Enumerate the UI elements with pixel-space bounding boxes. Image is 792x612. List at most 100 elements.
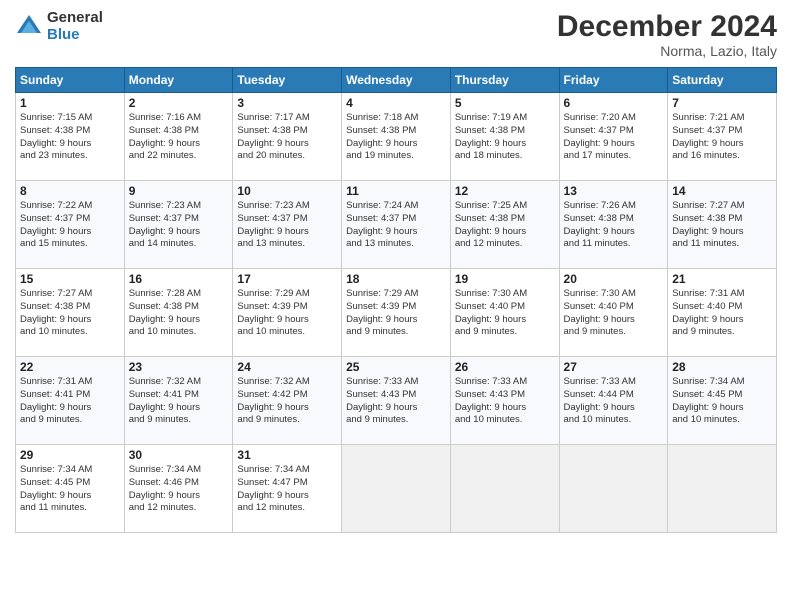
day-info: Sunrise: 7:31 AM Sunset: 4:40 PM Dayligh… bbox=[672, 288, 744, 337]
table-row: 11 Sunrise: 7:24 AM Sunset: 4:37 PM Dayli… bbox=[342, 181, 451, 269]
col-tuesday: Tuesday bbox=[233, 68, 342, 93]
day-info: Sunrise: 7:15 AM Sunset: 4:38 PM Dayligh… bbox=[20, 112, 92, 161]
col-monday: Monday bbox=[124, 68, 233, 93]
logo-icon bbox=[15, 13, 43, 41]
day-number: 14 bbox=[672, 184, 772, 198]
table-row: 15 Sunrise: 7:27 AM Sunset: 4:38 PM Dayli… bbox=[16, 269, 125, 357]
day-info: Sunrise: 7:26 AM Sunset: 4:38 PM Dayligh… bbox=[564, 200, 636, 249]
day-number: 4 bbox=[346, 96, 446, 110]
day-info: Sunrise: 7:28 AM Sunset: 4:38 PM Dayligh… bbox=[129, 288, 201, 337]
calendar-header-row: Sunday Monday Tuesday Wednesday Thursday… bbox=[16, 68, 777, 93]
table-row bbox=[450, 445, 559, 533]
calendar-row: 15 Sunrise: 7:27 AM Sunset: 4:38 PM Dayli… bbox=[16, 269, 777, 357]
table-row bbox=[559, 445, 668, 533]
day-info: Sunrise: 7:27 AM Sunset: 4:38 PM Dayligh… bbox=[672, 200, 744, 249]
table-row: 22Sunrise: 7:31 AM Sunset: 4:41 PM Dayli… bbox=[16, 357, 125, 445]
calendar-row: 8 Sunrise: 7:22 AM Sunset: 4:37 PM Daylig… bbox=[16, 181, 777, 269]
day-number: 16 bbox=[129, 272, 229, 286]
logo-general: General bbox=[47, 10, 103, 27]
page: General Blue December 2024 Norma, Lazio,… bbox=[0, 0, 792, 612]
table-row: 5Sunrise: 7:19 AM Sunset: 4:38 PM Daylig… bbox=[450, 93, 559, 181]
day-number: 11 bbox=[346, 184, 446, 198]
day-info: Sunrise: 7:29 AM Sunset: 4:39 PM Dayligh… bbox=[346, 288, 418, 337]
day-info: Sunrise: 7:34 AM Sunset: 4:45 PM Dayligh… bbox=[672, 376, 744, 425]
day-number: 7 bbox=[672, 96, 772, 110]
day-number: 17 bbox=[237, 272, 337, 286]
day-number: 6 bbox=[564, 96, 664, 110]
col-saturday: Saturday bbox=[668, 68, 777, 93]
location-title: Norma, Lazio, Italy bbox=[557, 43, 777, 59]
table-row: 19Sunrise: 7:30 AM Sunset: 4:40 PM Dayli… bbox=[450, 269, 559, 357]
day-number: 9 bbox=[129, 184, 229, 198]
calendar-row: 1 Sunrise: 7:15 AM Sunset: 4:38 PM Daylig… bbox=[16, 93, 777, 181]
day-info: Sunrise: 7:34 AM Sunset: 4:45 PM Dayligh… bbox=[20, 464, 92, 513]
logo: General Blue bbox=[15, 10, 103, 43]
table-row: 3 Sunrise: 7:17 AM Sunset: 4:38 PM Daylig… bbox=[233, 93, 342, 181]
day-info: Sunrise: 7:33 AM Sunset: 4:43 PM Dayligh… bbox=[346, 376, 418, 425]
title-area: December 2024 Norma, Lazio, Italy bbox=[557, 10, 777, 59]
day-number: 30 bbox=[129, 448, 229, 462]
day-number: 24 bbox=[237, 360, 337, 374]
day-info: Sunrise: 7:20 AM Sunset: 4:37 PM Dayligh… bbox=[564, 112, 636, 161]
table-row: 24Sunrise: 7:32 AM Sunset: 4:42 PM Dayli… bbox=[233, 357, 342, 445]
calendar: Sunday Monday Tuesday Wednesday Thursday… bbox=[15, 67, 777, 533]
day-info: Sunrise: 7:27 AM Sunset: 4:38 PM Dayligh… bbox=[20, 288, 92, 337]
day-number: 27 bbox=[564, 360, 664, 374]
day-number: 15 bbox=[20, 272, 120, 286]
day-info: Sunrise: 7:17 AM Sunset: 4:38 PM Dayligh… bbox=[237, 112, 309, 161]
header: General Blue December 2024 Norma, Lazio,… bbox=[15, 10, 777, 59]
table-row: 23 Sunrise: 7:32 AM Sunset: 4:41 PM Dayli… bbox=[124, 357, 233, 445]
table-row: 17 Sunrise: 7:29 AM Sunset: 4:39 PM Dayli… bbox=[233, 269, 342, 357]
day-info: Sunrise: 7:18 AM Sunset: 4:38 PM Dayligh… bbox=[346, 112, 418, 161]
table-row: 4 Sunrise: 7:18 AM Sunset: 4:38 PM Daylig… bbox=[342, 93, 451, 181]
day-number: 28 bbox=[672, 360, 772, 374]
day-number: 29 bbox=[20, 448, 120, 462]
day-number: 12 bbox=[455, 184, 555, 198]
day-info: Sunrise: 7:21 AM Sunset: 4:37 PM Dayligh… bbox=[672, 112, 744, 161]
table-row: 27 Sunrise: 7:33 AM Sunset: 4:44 PM Dayli… bbox=[559, 357, 668, 445]
month-title: December 2024 bbox=[557, 10, 777, 43]
table-row: 28 Sunrise: 7:34 AM Sunset: 4:45 PM Dayli… bbox=[668, 357, 777, 445]
table-row: 16 Sunrise: 7:28 AM Sunset: 4:38 PM Dayli… bbox=[124, 269, 233, 357]
day-number: 2 bbox=[129, 96, 229, 110]
table-row: 12 Sunrise: 7:25 AM Sunset: 4:38 PM Dayli… bbox=[450, 181, 559, 269]
day-info: Sunrise: 7:23 AM Sunset: 4:37 PM Dayligh… bbox=[129, 200, 201, 249]
day-info: Sunrise: 7:23 AM Sunset: 4:37 PM Dayligh… bbox=[237, 200, 309, 249]
day-number: 31 bbox=[237, 448, 337, 462]
day-number: 5 bbox=[455, 96, 555, 110]
table-row: 7 Sunrise: 7:21 AM Sunset: 4:37 PM Daylig… bbox=[668, 93, 777, 181]
day-info: Sunrise: 7:32 AM Sunset: 4:41 PM Dayligh… bbox=[129, 376, 201, 425]
table-row: 9 Sunrise: 7:23 AM Sunset: 4:37 PM Daylig… bbox=[124, 181, 233, 269]
day-number: 20 bbox=[564, 272, 664, 286]
day-info: Sunrise: 7:22 AM Sunset: 4:37 PM Dayligh… bbox=[20, 200, 92, 249]
day-info: Sunrise: 7:33 AM Sunset: 4:44 PM Dayligh… bbox=[564, 376, 636, 425]
col-thursday: Thursday bbox=[450, 68, 559, 93]
day-number: 21 bbox=[672, 272, 772, 286]
table-row: 25 Sunrise: 7:33 AM Sunset: 4:43 PM Dayli… bbox=[342, 357, 451, 445]
table-row: 18 Sunrise: 7:29 AM Sunset: 4:39 PM Dayli… bbox=[342, 269, 451, 357]
table-row: 14 Sunrise: 7:27 AM Sunset: 4:38 PM Dayli… bbox=[668, 181, 777, 269]
table-row: 31Sunrise: 7:34 AM Sunset: 4:47 PM Dayli… bbox=[233, 445, 342, 533]
day-number: 25 bbox=[346, 360, 446, 374]
table-row: 8 Sunrise: 7:22 AM Sunset: 4:37 PM Daylig… bbox=[16, 181, 125, 269]
day-number: 8 bbox=[20, 184, 120, 198]
table-row: 29 Sunrise: 7:34 AM Sunset: 4:45 PM Dayli… bbox=[16, 445, 125, 533]
day-info: Sunrise: 7:29 AM Sunset: 4:39 PM Dayligh… bbox=[237, 288, 309, 337]
calendar-row: 22Sunrise: 7:31 AM Sunset: 4:41 PM Dayli… bbox=[16, 357, 777, 445]
calendar-row: 29 Sunrise: 7:34 AM Sunset: 4:45 PM Dayli… bbox=[16, 445, 777, 533]
table-row: 21 Sunrise: 7:31 AM Sunset: 4:40 PM Dayli… bbox=[668, 269, 777, 357]
logo-blue: Blue bbox=[47, 27, 103, 44]
day-info: Sunrise: 7:31 AM Sunset: 4:41 PM Dayligh… bbox=[20, 376, 92, 425]
day-number: 3 bbox=[237, 96, 337, 110]
table-row: 2Sunrise: 7:16 AM Sunset: 4:38 PM Daylig… bbox=[124, 93, 233, 181]
table-row: 1 Sunrise: 7:15 AM Sunset: 4:38 PM Daylig… bbox=[16, 93, 125, 181]
day-info: Sunrise: 7:25 AM Sunset: 4:38 PM Dayligh… bbox=[455, 200, 527, 249]
table-row bbox=[668, 445, 777, 533]
table-row: 10 Sunrise: 7:23 AM Sunset: 4:37 PM Dayli… bbox=[233, 181, 342, 269]
day-number: 1 bbox=[20, 96, 120, 110]
day-number: 23 bbox=[129, 360, 229, 374]
day-info: Sunrise: 7:24 AM Sunset: 4:37 PM Dayligh… bbox=[346, 200, 418, 249]
day-number: 10 bbox=[237, 184, 337, 198]
day-info: Sunrise: 7:30 AM Sunset: 4:40 PM Dayligh… bbox=[564, 288, 636, 337]
day-number: 18 bbox=[346, 272, 446, 286]
